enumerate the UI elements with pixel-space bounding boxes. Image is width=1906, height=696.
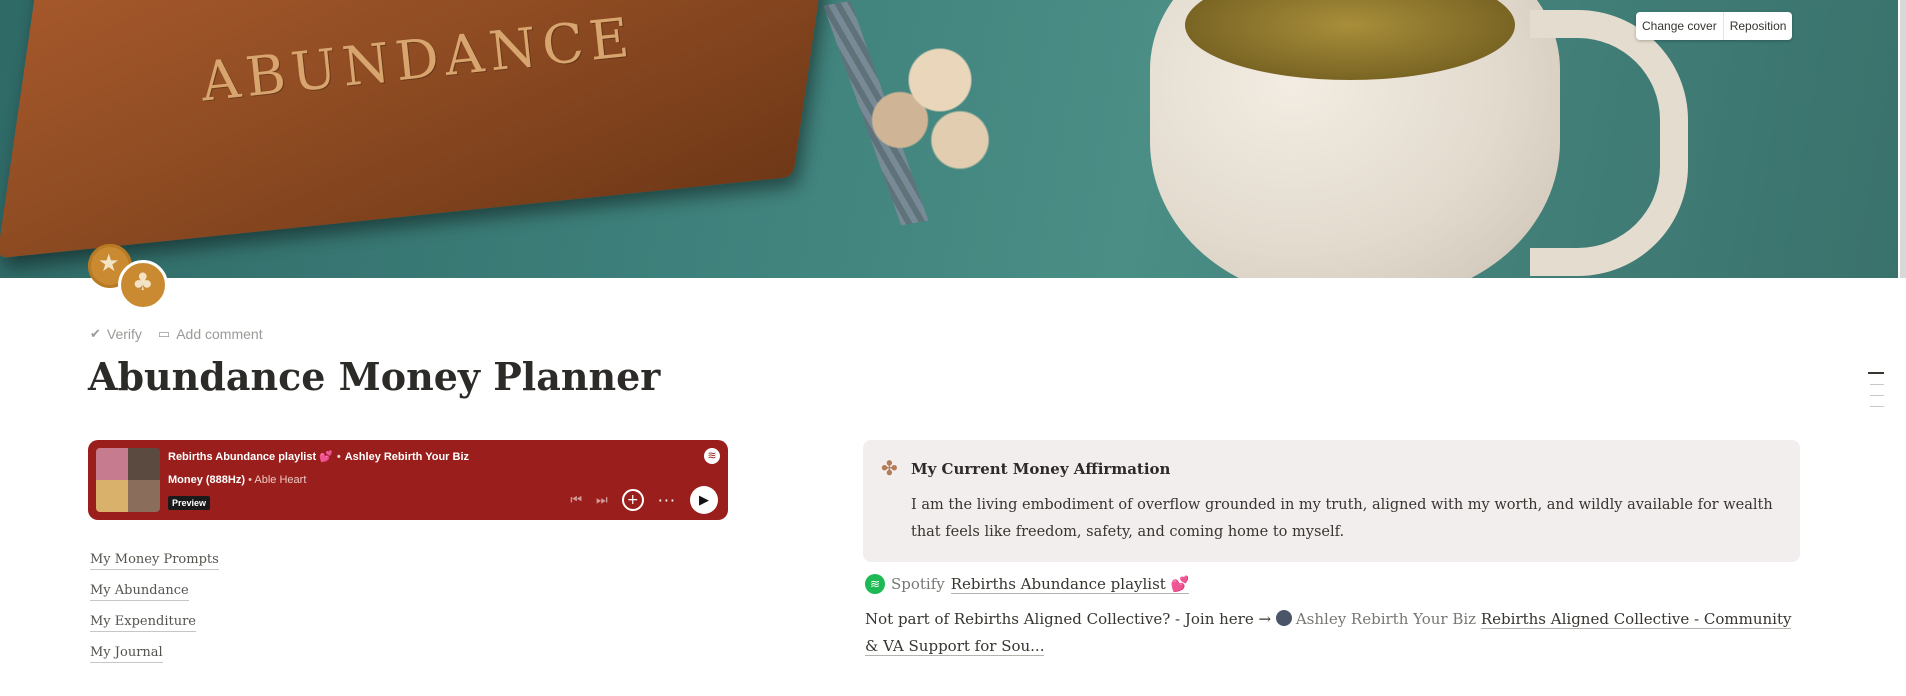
join-prefix: Not part of Rebirths Aligned Collective?… <box>865 610 1272 628</box>
spotify-link-source: Spotify <box>891 575 945 593</box>
playlist-title[interactable]: Rebirths Abundance playlist 💕 <box>168 451 333 463</box>
add-comment-button[interactable]: ▭ Add comment <box>158 326 263 342</box>
spotify-link-line[interactable]: ≋ Spotify Rebirths Abundance playlist 💕 <box>865 574 1190 594</box>
player-controls: ⏮ ⏭ + ··· ▶ <box>570 486 718 514</box>
page-icon[interactable] <box>88 244 168 310</box>
track-title[interactable]: Money (888Hz) <box>168 474 245 486</box>
cover-image: ABUNDANCE <box>0 0 1898 278</box>
avatar <box>1275 610 1292 626</box>
spotify-link-title[interactable]: Rebirths Abundance playlist 💕 <box>950 575 1190 594</box>
spotify-logo-icon[interactable]: ≋ <box>704 448 720 464</box>
toc-line[interactable] <box>1870 395 1884 396</box>
page-title[interactable]: Abundance Money Planner <box>88 354 660 399</box>
playlist-title-line: Rebirths Abundance playlist 💕 • Ashley Reb… <box>168 450 469 463</box>
callout-heading: My Current Money Affirmation <box>911 460 1171 478</box>
change-cover-button[interactable]: Change cover <box>1636 12 1723 40</box>
callout-body: I am the living embodiment of overflow g… <box>911 497 1773 540</box>
link-my-money-prompts[interactable]: My Money Prompts <box>90 550 219 570</box>
playlist-cover-art <box>96 448 160 512</box>
toc-line[interactable] <box>1870 406 1884 407</box>
add-comment-label: Add comment <box>176 326 263 342</box>
comment-icon: ▭ <box>157 326 171 341</box>
clover-icon[interactable]: ✤ <box>881 456 898 480</box>
separator: • <box>336 451 341 463</box>
playlist-owner[interactable]: Ashley Rebirth Your Biz <box>345 451 469 463</box>
preview-badge: Preview <box>168 496 211 510</box>
verify-button[interactable]: ✔ Verify <box>90 326 142 342</box>
play-icon[interactable]: ▶ <box>690 486 718 514</box>
verify-label: Verify <box>106 326 142 342</box>
track-line: Money (888Hz) • Able Heart <box>168 474 306 486</box>
track-artist[interactable]: Able Heart <box>254 474 306 486</box>
join-line: Not part of Rebirths Aligned Collective?… <box>865 606 1805 660</box>
previous-track-icon[interactable]: ⏮ <box>570 493 582 508</box>
toc-line[interactable] <box>1870 384 1884 385</box>
page-meta: ✔ Verify ▭ Add comment <box>90 326 263 342</box>
mention-user[interactable]: Ashley Rebirth Your Biz <box>1296 610 1476 628</box>
link-my-expenditure[interactable]: My Expenditure <box>90 612 196 632</box>
link-my-abundance[interactable]: My Abundance <box>90 581 189 601</box>
spotify-icon: ≋ <box>865 574 885 594</box>
page-links: My Money Prompts My Abundance My Expendi… <box>90 550 219 674</box>
table-of-contents-minimap[interactable] <box>1868 372 1884 407</box>
link-my-journal[interactable]: My Journal <box>90 643 163 663</box>
scrollbar[interactable] <box>1900 0 1906 278</box>
next-track-icon[interactable]: ⏭ <box>596 493 608 508</box>
toc-line[interactable] <box>1868 372 1884 374</box>
affirmation-callout[interactable]: ✤ My Current Money Affirmation I am the … <box>863 440 1800 562</box>
reposition-button[interactable]: Reposition <box>1722 12 1793 40</box>
cover-flowers <box>820 0 1020 200</box>
add-to-library-icon[interactable]: + <box>621 489 644 511</box>
more-options-icon[interactable]: ··· <box>658 491 676 510</box>
cover-mug-handle <box>1530 10 1688 276</box>
clover-coin-icon <box>118 260 168 310</box>
spotify-embed[interactable]: Rebirths Abundance playlist 💕 • Ashley Reb… <box>88 440 728 520</box>
verified-icon: ✔ <box>90 326 101 341</box>
cover-controls: Change cover Reposition <box>1636 12 1793 40</box>
